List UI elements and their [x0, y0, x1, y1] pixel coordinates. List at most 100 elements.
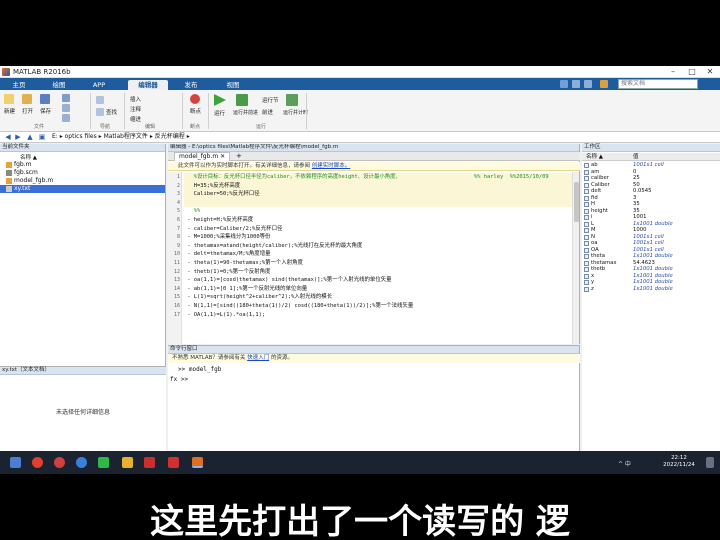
tab-home[interactable]: 主页	[4, 80, 34, 90]
ws-value-column[interactable]: 值	[633, 153, 639, 161]
new-tab-icon[interactable]: +	[236, 152, 242, 161]
file-row[interactable]: model_fgb.m	[0, 177, 165, 185]
code-line[interactable]: - oa(1,1)=[cosd(thetamax) sind(thetamax)…	[184, 276, 574, 285]
close-button[interactable]: ✕	[701, 67, 719, 77]
redo-quick-icon[interactable]	[584, 80, 592, 88]
code-line[interactable]: %%	[184, 207, 574, 216]
getting-started-link[interactable]: 快速入门	[247, 355, 269, 361]
code-line[interactable]	[184, 198, 574, 208]
up-folder-icon[interactable]: ▲	[26, 133, 34, 141]
history-line: >> model_fgb	[178, 366, 222, 373]
save-disk-icon[interactable]	[40, 94, 50, 104]
code-line[interactable]: - caliber=Caliber/2;%反光杯口径	[184, 225, 574, 234]
code-line[interactable]: - theta(1)=90-thetamax;%第一个入射角度	[184, 259, 574, 268]
find-icon[interactable]	[96, 108, 104, 116]
clock[interactable]: 22:12 2022/11/24	[656, 455, 702, 469]
maximize-button[interactable]: □	[683, 67, 701, 77]
code-line[interactable]: - ab(1,1)=[0 1];%第一个反射光线的单位向量	[184, 285, 574, 294]
line-number: 17	[173, 311, 180, 318]
ribbon-separator	[182, 93, 183, 129]
workspace-panel: 工作区 名称 ▲ 值 ab 1001x1 cell am 0 caliber 25 Cali…	[582, 144, 720, 458]
code-line[interactable]: Caliber=50;%反光杯口径	[184, 190, 574, 199]
undo-quick-icon[interactable]	[572, 80, 580, 88]
start-windows-icon[interactable]	[10, 457, 21, 468]
line-number: 12	[173, 268, 180, 275]
desktop-screen: MATLAB R2016b – □ ✕ 主页 绘图 APP 编辑器 发布 视图 …	[0, 66, 720, 474]
workspace-variable-row[interactable]: z 1x1001 double	[582, 286, 720, 293]
current-folder-header: 当前文件夹	[0, 144, 165, 152]
minimize-button[interactable]: –	[664, 67, 682, 77]
tab-plots[interactable]: 绘图	[44, 80, 74, 90]
comment-label[interactable]: 注释	[130, 105, 141, 113]
address-bar[interactable]: ◀ ▶ ▲ ▣ E: ▸ optics files ▸ Matlab程序文件 ▸…	[0, 132, 720, 143]
tab-publish[interactable]: 发布	[176, 80, 206, 90]
code-line[interactable]: - L(1)=sqrt(height^2+caliber^2);%入射光线的模长	[184, 293, 574, 302]
advance-label[interactable]: 前进	[262, 108, 273, 116]
code-line[interactable]: - thetb(1)=0;%第一个反射角度	[184, 268, 574, 277]
help-quick-icon[interactable]	[600, 80, 608, 88]
editor-scrollbar[interactable]	[572, 172, 579, 344]
app-icon[interactable]	[168, 457, 179, 468]
run-label: 运行	[214, 111, 226, 117]
run-advance-icon[interactable]	[236, 94, 248, 106]
wechat-icon[interactable]	[98, 457, 109, 468]
system-tray[interactable]: ^ 中	[618, 459, 631, 468]
search-documentation-input[interactable]: 搜索文档	[618, 79, 698, 89]
compare-icon[interactable]	[62, 104, 70, 112]
chrome-icon[interactable]	[32, 457, 43, 468]
breadcrumb-optics[interactable]: optics files	[65, 133, 97, 140]
tab-view[interactable]: 视图	[218, 80, 248, 90]
notification-icon[interactable]	[706, 457, 714, 468]
editor-tab-model-fgb[interactable]: model_fgb.m ✕	[174, 152, 231, 161]
run-play-icon[interactable]	[214, 94, 226, 106]
run-time-icon[interactable]	[286, 94, 298, 106]
forward-arrow-icon[interactable]: ▶	[14, 133, 22, 141]
create-live-script-link[interactable]: 创建实时脚本。	[312, 163, 351, 169]
close-tab-icon[interactable]: ✕	[220, 153, 225, 160]
tab-apps[interactable]: APP	[84, 80, 114, 90]
insert-label[interactable]: 插入	[130, 95, 141, 103]
tab-editor[interactable]: 编辑器	[128, 80, 168, 90]
code-line[interactable]: - delt=thetamax/M;%角度增量	[184, 250, 574, 259]
code-line[interactable]: - height=H;%反光杯高度	[184, 216, 574, 225]
indent-label[interactable]: 缩进	[130, 115, 141, 123]
code-line[interactable]: H=35;%反光杯高度	[184, 181, 574, 191]
line-number: 4	[176, 199, 180, 206]
ws-name-column[interactable]: 名称 ▲	[586, 153, 603, 161]
command-window[interactable]: 命令行窗口 不熟悉 MATLAB？请参阅有关 快速入门 的资源。 >> mode…	[168, 345, 580, 458]
code-line[interactable]: - N(1,1)=[sind((180+theta(1))/2) cosd((1…	[184, 302, 574, 311]
command-prompt[interactable]: fx >>	[170, 376, 188, 384]
ribbon-separator	[124, 93, 125, 129]
edge-icon[interactable]	[76, 457, 87, 468]
back-arrow-icon[interactable]: ◀	[4, 133, 12, 141]
new-label: 新建	[4, 109, 16, 115]
browse-folder-icon[interactable]: ▣	[38, 133, 46, 141]
name-column-header[interactable]: 名称 ▲	[20, 153, 37, 161]
breadcrumb-reflector[interactable]: 反光杯编程	[155, 133, 185, 140]
code-line[interactable]: - OA(1,1)=L(1).*oa(1,1);	[184, 311, 574, 320]
file-row[interactable]: fgb.scm	[0, 169, 165, 177]
scrollbar-thumb[interactable]	[574, 182, 579, 222]
breadcrumb: E: ▸ optics files ▸ Matlab程序文件 ▸ 反光杯编程 ▸	[52, 133, 190, 140]
find-files-icon[interactable]	[62, 94, 70, 102]
open-folder-icon[interactable]	[22, 94, 32, 104]
code-line[interactable]: - M=1000;%采集线分为1000等份	[184, 233, 574, 242]
run-section-label[interactable]: 运行节	[262, 96, 279, 104]
code-line[interactable]: - thetamax=atand(height/caliber);%光线打在反光…	[184, 242, 574, 251]
breadcrumb-drive[interactable]: E:	[52, 133, 58, 140]
open-label: 打开	[22, 109, 34, 115]
file-row[interactable]: fgb.m	[0, 161, 165, 169]
code-line[interactable]: %设计目标：反光杯口径半径为caliber，不依赖程序的高度height、设计最…	[184, 173, 574, 182]
line-number: 8	[176, 234, 180, 241]
browser-icon[interactable]	[54, 457, 65, 468]
goto-icon[interactable]	[96, 96, 104, 104]
new-file-icon[interactable]	[4, 94, 14, 104]
breakpoint-icon[interactable]	[190, 94, 200, 104]
file-row[interactable]: xy.txt	[0, 185, 165, 193]
matlab-taskbar-icon[interactable]	[192, 457, 203, 468]
save-quick-icon[interactable]	[560, 80, 568, 88]
breadcrumb-matlab[interactable]: Matlab程序文件	[104, 133, 148, 140]
print-icon[interactable]	[62, 114, 70, 122]
app-icon[interactable]	[144, 457, 155, 468]
file-explorer-icon[interactable]	[122, 457, 133, 468]
